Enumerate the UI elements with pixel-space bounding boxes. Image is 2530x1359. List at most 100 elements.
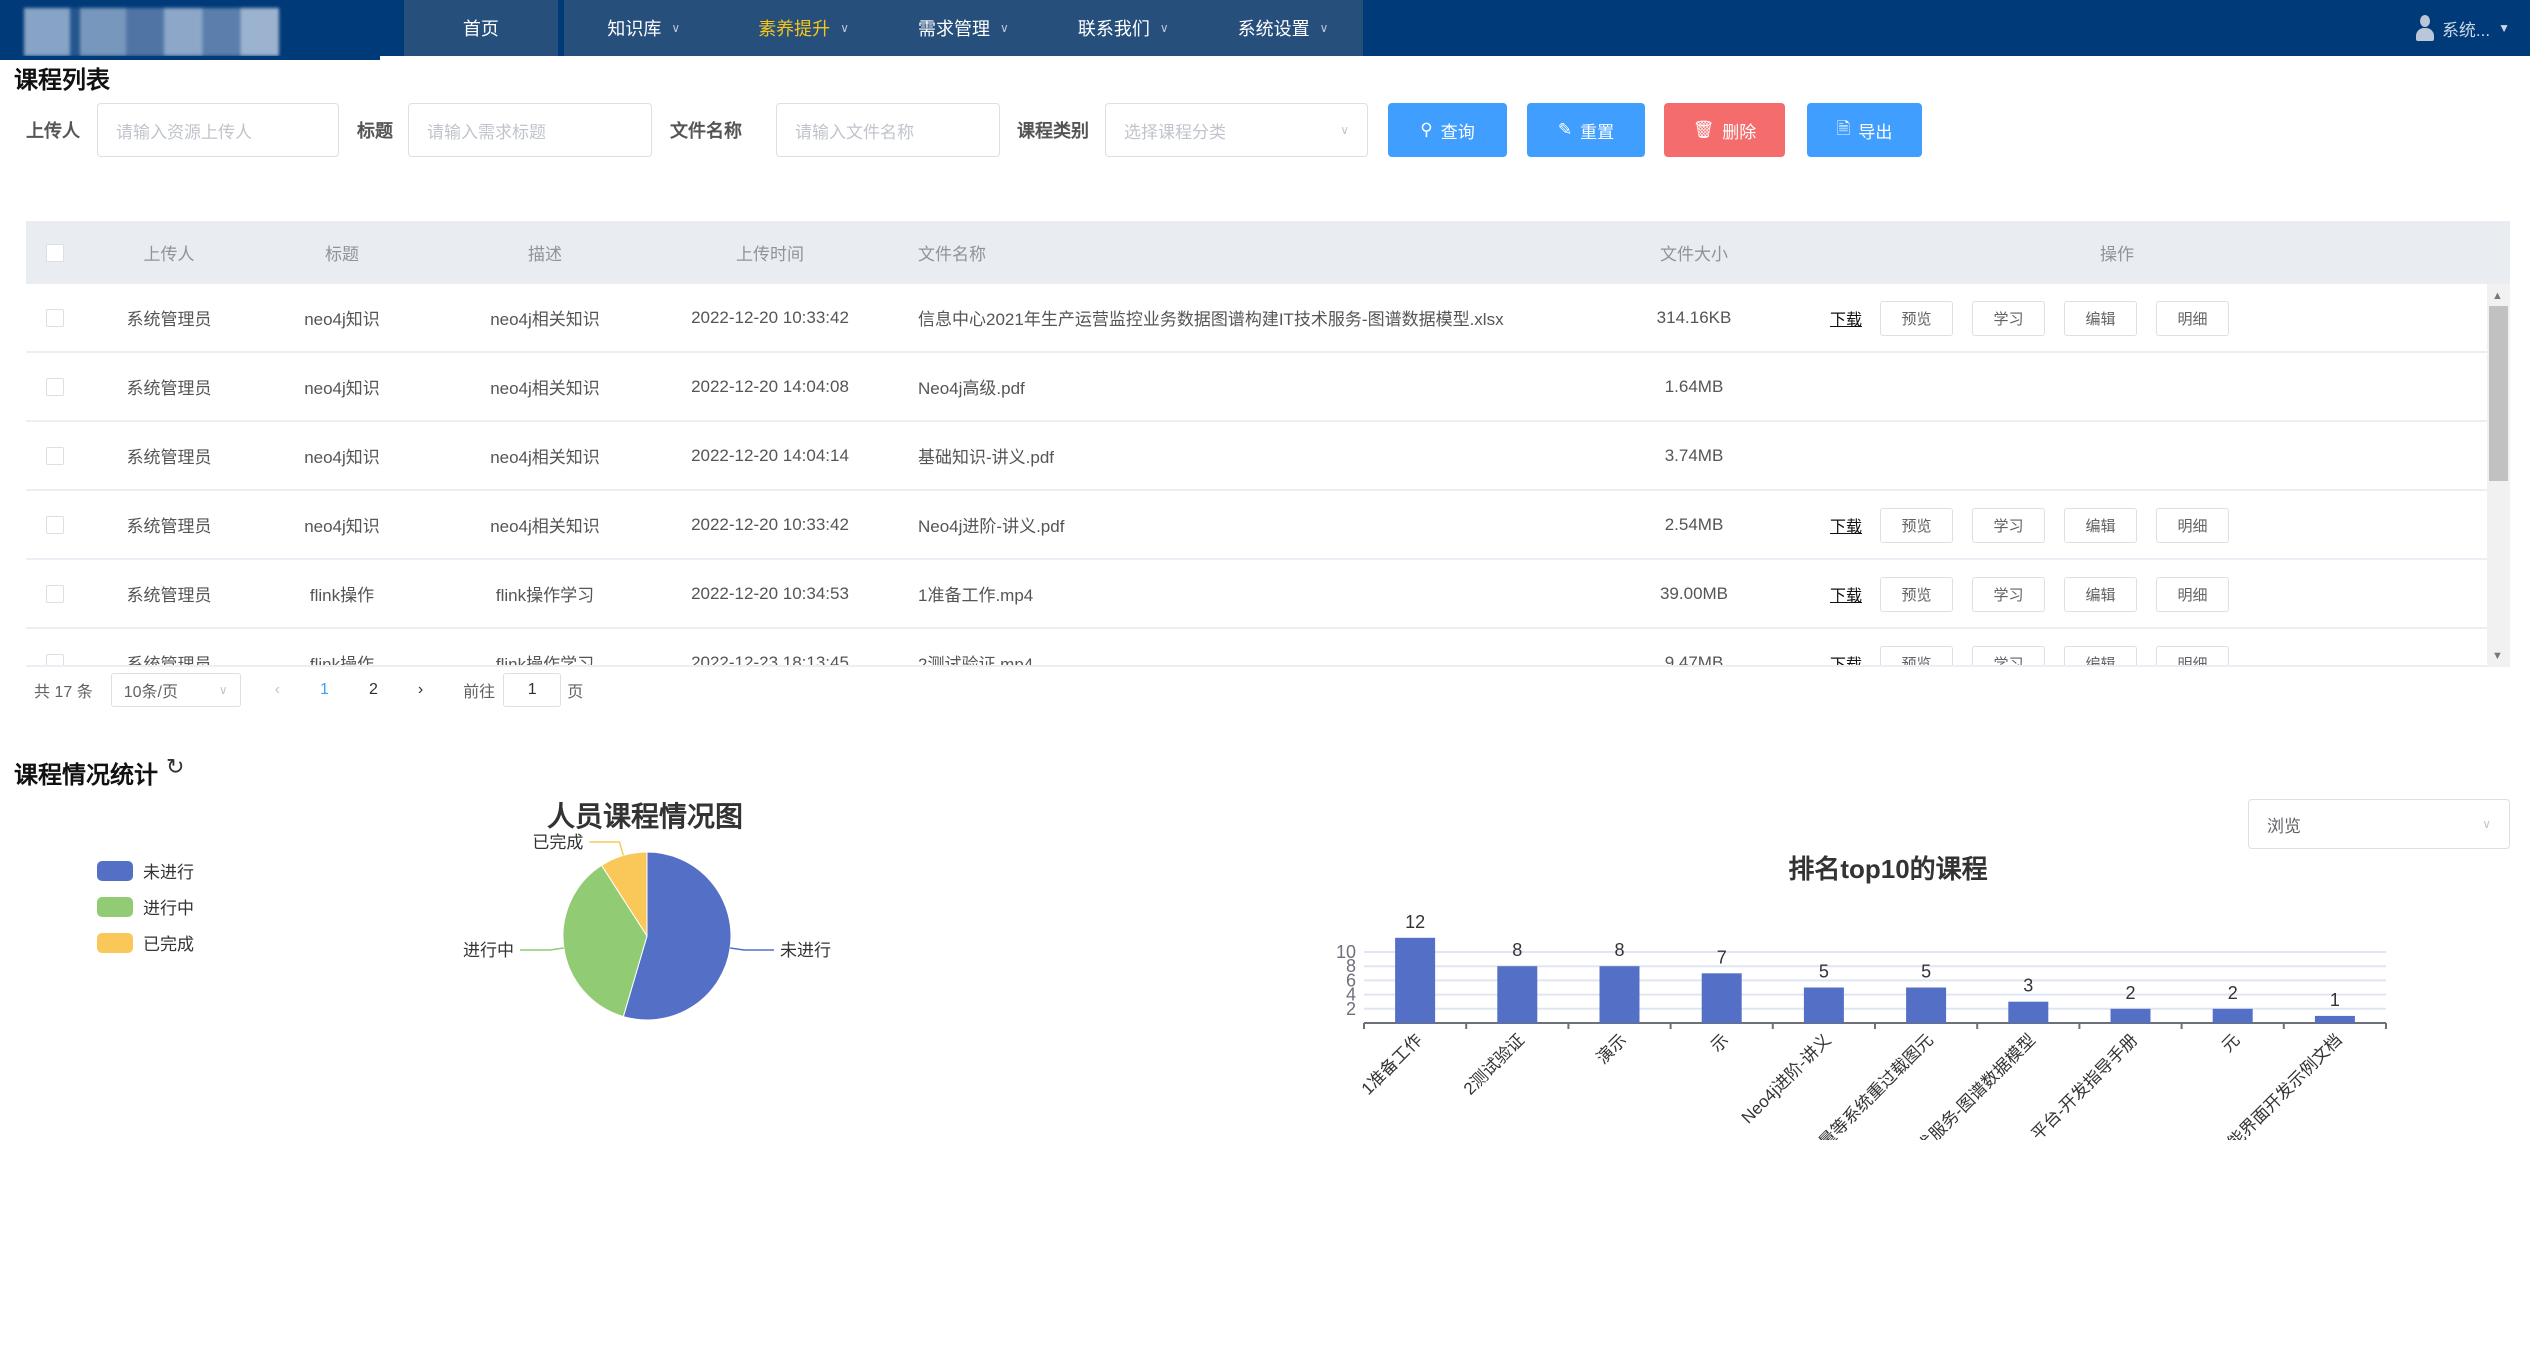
x-tick-label: Neo4j进阶-讲义 xyxy=(1738,1030,1835,1127)
edit-button[interactable]: 编辑 xyxy=(2064,301,2137,336)
download-link[interactable]: 下载 xyxy=(1830,651,1862,665)
preview-button[interactable]: 预览 xyxy=(1880,301,1953,336)
delete-button[interactable]: 删除 xyxy=(2340,508,2413,543)
download-link[interactable]: 下载 xyxy=(1830,306,1862,330)
detail-button[interactable]: 明细 xyxy=(2156,301,2229,336)
preview-button[interactable]: 预览 xyxy=(1880,508,1953,543)
bar-data-label: 5 xyxy=(1921,962,1931,982)
row-checkbox-cell[interactable] xyxy=(46,353,64,420)
bar[interactable] xyxy=(2212,1008,2253,1023)
query-button[interactable]: ⚲ 查询 xyxy=(1388,103,1507,157)
detail-button[interactable]: 明细 xyxy=(2156,577,2229,612)
legend-item[interactable]: 已完成 xyxy=(97,930,194,955)
uploader-input[interactable]: 请输入资源上传人 xyxy=(97,103,339,157)
row-checkbox-cell[interactable] xyxy=(46,284,64,351)
delete-button[interactable]: 删除 xyxy=(2135,370,2208,405)
cell-file: 信息中心2021年生产运营监控业务数据图谱构建IT技术服务-图谱数据模型.xls… xyxy=(918,310,1504,329)
checkbox[interactable] xyxy=(46,377,64,396)
shelve-button[interactable]: 上架 xyxy=(2043,439,2116,474)
unshelve-button[interactable]: 下架 xyxy=(2248,577,2321,612)
bar[interactable] xyxy=(1497,966,1538,1023)
shelve-button[interactable]: 上架 xyxy=(2043,370,2116,405)
bar[interactable] xyxy=(2314,1015,2355,1023)
scroll-up-icon[interactable]: ▲ xyxy=(2492,290,2503,302)
export-button[interactable]: 🗎 导出 xyxy=(1807,103,1922,157)
nav-item-3[interactable]: 需求管理 ∨ xyxy=(884,0,1044,56)
user-menu[interactable]: 系统... ▼ xyxy=(2415,10,2510,46)
checkbox[interactable] xyxy=(46,653,64,665)
nav-item-5[interactable]: 系统设置 ∨ xyxy=(1203,0,1363,56)
table-row: 系统管理员 neo4j知识 neo4j相关知识 2022-12-20 10:33:42… xyxy=(26,491,2487,560)
legend-item[interactable]: 未进行 xyxy=(97,858,194,883)
scrollbar-thumb[interactable] xyxy=(2489,306,2508,481)
page-size-select[interactable]: 10条/页 ∨ xyxy=(110,673,241,707)
nav-item-0[interactable]: 首页 xyxy=(404,0,564,56)
prev-page-icon[interactable]: ‹ xyxy=(275,681,280,699)
checkbox[interactable] xyxy=(46,515,64,534)
download-link[interactable]: 下载 xyxy=(1830,582,1862,606)
study-button[interactable]: 学习 xyxy=(1972,646,2045,665)
page-1[interactable]: 1 xyxy=(320,681,329,699)
study-button[interactable]: 学习 xyxy=(1972,508,2045,543)
nav-item-4[interactable]: 联系我们 ∨ xyxy=(1043,0,1203,56)
reset-button[interactable]: ✎ 重置 xyxy=(1527,103,1645,157)
filename-input[interactable]: 请输入文件名称 xyxy=(776,103,1000,157)
cell-time: 2022-12-20 10:33:42 xyxy=(691,514,849,534)
bar[interactable] xyxy=(1803,987,1844,1024)
label: 查询 xyxy=(1440,122,1475,142)
bar[interactable] xyxy=(2008,1001,2049,1023)
row-checkbox-cell[interactable] xyxy=(46,491,64,558)
preview-button[interactable]: 预览 xyxy=(1880,577,1953,612)
bar-data-label: 2 xyxy=(2228,983,2238,1003)
checkbox[interactable] xyxy=(46,243,64,262)
title-input[interactable]: 请输入需求标题 xyxy=(408,103,652,157)
scroll-down-icon[interactable]: ▼ xyxy=(2492,650,2503,662)
row-checkbox-cell[interactable] xyxy=(46,422,64,489)
detail-button[interactable]: 明细 xyxy=(2156,646,2229,665)
delete-button[interactable]: 删除 xyxy=(2340,646,2413,665)
edit-button[interactable]: 编辑 xyxy=(2064,646,2137,665)
bar[interactable] xyxy=(1701,973,1742,1023)
column-header: 描述 xyxy=(528,245,562,264)
row-checkbox-cell[interactable] xyxy=(46,629,64,665)
delete-button[interactable]: 删除 xyxy=(2340,577,2413,612)
preview-button[interactable]: 预览 xyxy=(1880,646,1953,665)
unshelve-button[interactable]: 下架 xyxy=(2248,646,2321,665)
nav-item-2[interactable]: 素养提升 ∨ xyxy=(724,0,884,56)
goto-page-input[interactable]: 1 xyxy=(503,673,562,707)
unshelve-button[interactable]: 下架 xyxy=(2248,301,2321,336)
detail-button[interactable]: 明细 xyxy=(2156,508,2229,543)
delete-button[interactable]: 删除 xyxy=(2135,439,2208,474)
legend-item[interactable]: 进行中 xyxy=(97,894,194,919)
page-2[interactable]: 2 xyxy=(369,681,378,699)
checkbox[interactable] xyxy=(46,308,64,327)
edit-button[interactable]: 编辑 xyxy=(2064,577,2137,612)
legend-swatch xyxy=(97,896,133,917)
select-all-checkbox[interactable] xyxy=(46,221,64,284)
bar[interactable] xyxy=(2110,1008,2151,1023)
next-page-icon[interactable]: › xyxy=(418,681,423,699)
study-button[interactable]: 学习 xyxy=(1972,577,2045,612)
pie-label-line xyxy=(519,947,564,951)
delete-button[interactable]: 删除 xyxy=(2340,301,2413,336)
download-link[interactable]: 下载 xyxy=(1830,513,1862,537)
checkbox[interactable] xyxy=(46,584,64,603)
trash-icon: 🗑 xyxy=(1692,120,1715,139)
bar[interactable] xyxy=(1395,937,1436,1023)
unshelve-button[interactable]: 下架 xyxy=(2248,508,2321,543)
bar[interactable] xyxy=(1599,966,1640,1023)
study-button[interactable]: 学习 xyxy=(1972,301,2045,336)
nav-item-1[interactable]: 知识库 ∨ xyxy=(564,0,724,56)
cell-desc: neo4j相关知识 xyxy=(490,310,600,329)
category-select[interactable]: 选择课程分类 ∨ xyxy=(1105,103,1368,157)
bar[interactable] xyxy=(1906,987,1947,1024)
row-checkbox-cell[interactable] xyxy=(46,560,64,627)
x-tick-label: 演示 xyxy=(1593,1030,1630,1067)
batch-delete-button[interactable]: 🗑 删除 xyxy=(1664,103,1785,157)
edit-button[interactable]: 编辑 xyxy=(2064,508,2137,543)
refresh-icon[interactable]: ↻ xyxy=(166,754,184,780)
cell-uploader: 系统管理员 xyxy=(126,655,212,667)
chevron-down-icon: ∨ xyxy=(1319,21,1329,35)
table-row: 系统管理员 flink操作 flink操作学习 2022-12-20 10:34:53… xyxy=(26,560,2487,629)
checkbox[interactable] xyxy=(46,446,64,465)
